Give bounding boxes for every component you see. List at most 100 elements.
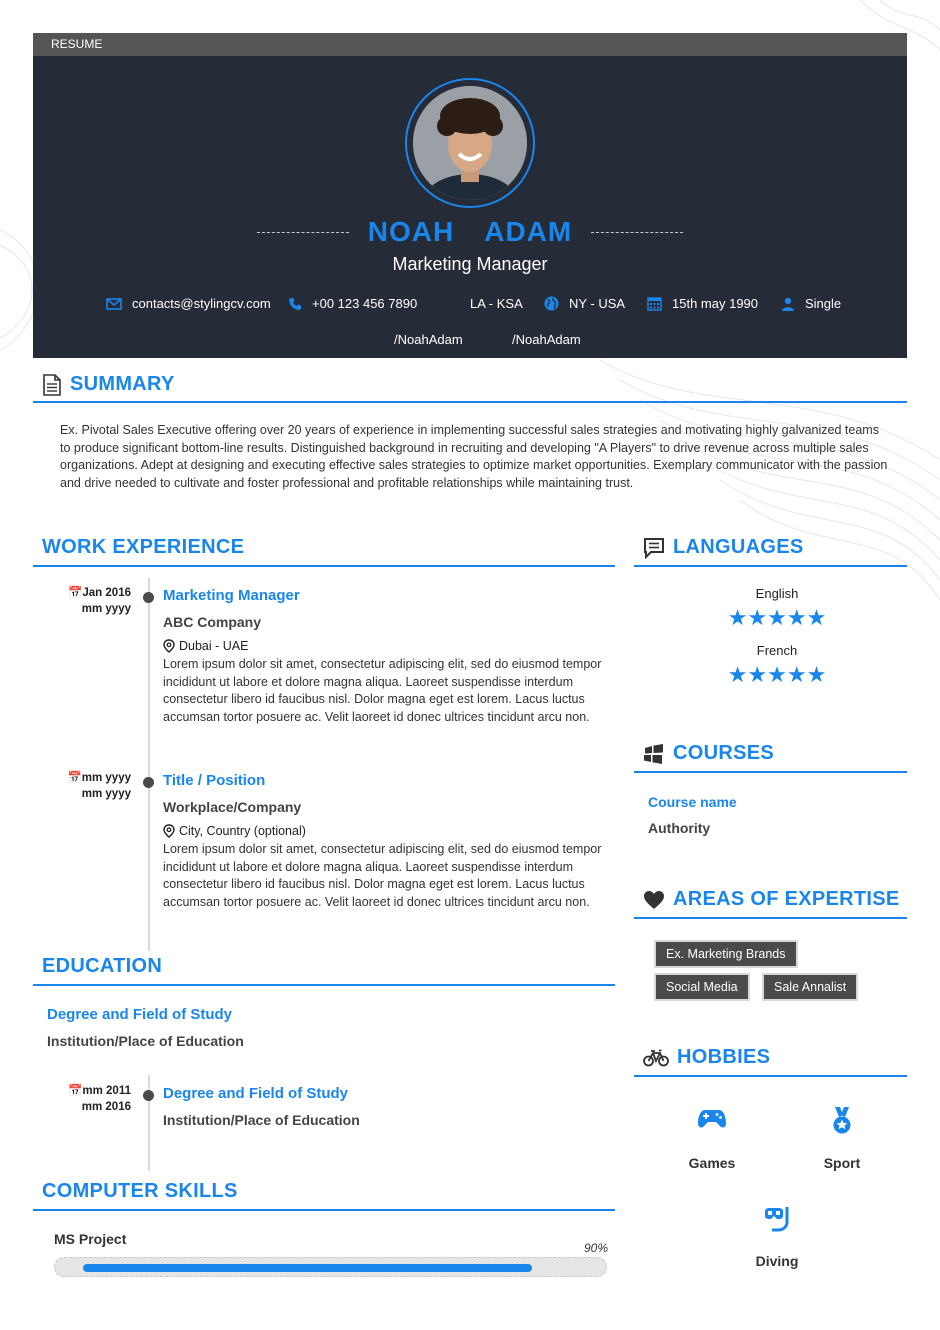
contact-location-2: NY - USA: [544, 296, 625, 311]
hobby-name: Games: [688, 1155, 736, 1171]
expertise-divider: [634, 917, 907, 919]
contact-email[interactable]: contacts@stylingcv.com: [106, 296, 271, 311]
hobby-name: Diving: [755, 1253, 799, 1269]
hobby-name: Sport: [823, 1155, 861, 1171]
work-date-end: mm yyyy: [81, 603, 131, 615]
calendar-icon: 📅: [68, 1085, 83, 1097]
languages-divider: [634, 565, 907, 567]
education-date-end: mm 2016: [81, 1101, 131, 1113]
profile-header: NOAH ADAM Marketing Manager contacts@styl…: [33, 56, 907, 358]
map-pin-icon: [163, 824, 175, 838]
calendar-icon: 📅: [68, 587, 83, 599]
email-text: contacts@stylingcv.com: [132, 296, 271, 311]
contact-status: Single: [781, 296, 841, 311]
location1-text: LA - KSA: [470, 296, 523, 311]
resume-topbar: RESUME: [33, 33, 907, 56]
contact-location-1: LA - KSA: [470, 296, 523, 311]
language-name: English: [755, 586, 799, 601]
speech-bubble-icon: [644, 537, 664, 559]
expertise-tag: Ex. Marketing Brands: [654, 940, 798, 968]
education-degree: Degree and Field of Study: [47, 1006, 233, 1023]
heart-icon: [644, 890, 664, 909]
work-divider: [33, 565, 615, 567]
language-name: French: [756, 643, 798, 658]
job-title: Marketing Manager: [163, 587, 300, 604]
user-icon: [782, 297, 794, 311]
timeline-dot: [143, 1090, 154, 1101]
course-authority: Authority: [648, 820, 711, 836]
avatar: [413, 86, 527, 200]
courses-divider: [634, 771, 907, 773]
skills-divider: [33, 1209, 615, 1211]
language-rating: ★★★★★: [727, 605, 827, 630]
summary-text: Ex. Pivotal Sales Executive offering ove…: [60, 423, 888, 490]
summary-title: SUMMARY: [70, 373, 175, 395]
skills-heading: COMPUTER SKILLS: [42, 1180, 238, 1203]
job-company: ABC Company: [163, 614, 262, 630]
diving-mask-icon: [765, 1207, 789, 1232]
work-timeline: [148, 578, 150, 951]
social-link-1[interactable]: /NoahAdam: [394, 332, 463, 347]
work-title: WORK EXPERIENCE: [42, 536, 245, 558]
education-title: EDUCATION: [42, 955, 163, 977]
contact-birthdate: 15th may 1990: [647, 296, 758, 311]
skill-bar: [54, 1257, 607, 1277]
avatar-ring: [405, 78, 535, 208]
expertise-tag: Sale Annalist: [761, 973, 859, 1001]
birthdate-text: 15th may 1990: [672, 296, 759, 311]
phone-text: +00 123 456 7890: [312, 296, 418, 311]
phone-icon: [289, 297, 301, 310]
medal-icon: [833, 1107, 851, 1134]
work-date-start: Jan 2016: [82, 587, 131, 599]
status-text: Single: [805, 296, 842, 311]
course-name: Course name: [648, 794, 737, 810]
job-role: Marketing Manager: [392, 254, 548, 274]
topbar-label: RESUME: [51, 37, 103, 51]
first-name: NOAH: [367, 216, 455, 247]
work-date-end: mm yyyy: [81, 788, 131, 800]
windows-icon: [644, 743, 663, 764]
job-company: Workplace/Company: [163, 799, 302, 815]
calendar-icon: 📅: [67, 772, 82, 784]
languages-title: LANGUAGES: [673, 536, 804, 558]
job-description: Lorem ipsum dolor sit amet, consectetur …: [163, 842, 602, 909]
bicycle-icon: [643, 1049, 669, 1066]
globe-icon: [544, 296, 559, 311]
job-location: City, Country (optional): [163, 824, 306, 838]
skills-title: COMPUTER SKILLS: [42, 1180, 238, 1202]
job-description: Lorem ipsum dolor sit amet, consectetur …: [163, 657, 602, 724]
summary-divider: [33, 401, 907, 403]
document-icon: [43, 373, 61, 396]
name-dash-right: [591, 232, 683, 233]
job-location-text: City, Country (optional): [179, 824, 306, 838]
education-divider: [33, 984, 615, 986]
education-school: Institution/Place of Education: [163, 1112, 360, 1128]
education-degree: Degree and Field of Study: [163, 1085, 349, 1102]
location2-text: NY - USA: [569, 296, 626, 311]
timeline-dot: [143, 777, 154, 788]
last-name: ADAM: [484, 216, 573, 247]
education-school: Institution/Place of Education: [47, 1033, 244, 1049]
expertise-heading: AREAS OF EXPERTISE: [643, 888, 900, 911]
hobbies-heading: HOBBIES: [643, 1046, 770, 1069]
gamepad-icon: [698, 1110, 726, 1128]
full-name: NOAH ADAM: [33, 216, 907, 248]
contact-phone[interactable]: +00 123 456 7890: [288, 296, 417, 311]
work-date-1: 📅Jan 2016 mm yyyy: [31, 585, 131, 617]
courses-heading: COURSES: [643, 742, 774, 765]
expertise-title: AREAS OF EXPERTISE: [673, 888, 900, 910]
mail-icon: [106, 297, 122, 310]
hobby-icon-sport: [782, 1106, 902, 1141]
summary-heading: SUMMARY: [42, 373, 175, 396]
map-pin-icon: [163, 639, 175, 653]
hobbies-title: HOBBIES: [677, 1046, 771, 1068]
education-heading: EDUCATION: [42, 955, 162, 978]
work-date-start: mm yyyy: [81, 772, 131, 784]
social-link-2[interactable]: /NoahAdam: [512, 332, 581, 347]
timeline-dot: [143, 592, 154, 603]
language-rating: ★★★★★: [727, 662, 827, 687]
hobbies-divider: [634, 1075, 907, 1077]
skill-percent: 90%: [584, 1241, 609, 1255]
job-location: Dubai - UAE: [163, 639, 248, 653]
skill-bar-fill: [83, 1264, 532, 1272]
